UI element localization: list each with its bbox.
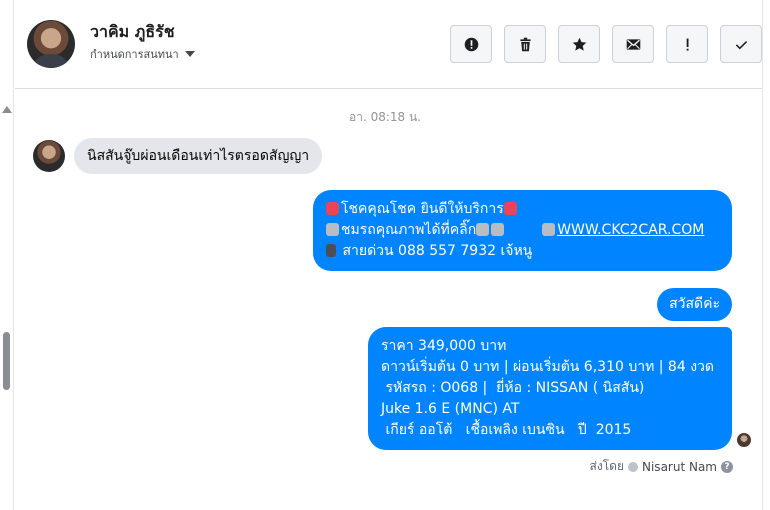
promo-line: โชคคุณโชค ยินดีให้บริการ xyxy=(326,199,719,220)
avatar[interactable] xyxy=(27,20,75,68)
outgoing-message-bubble[interactable]: สวัสดีค่ะ xyxy=(657,288,732,321)
mark-spam-button[interactable] xyxy=(450,25,492,63)
mark-done-button[interactable] xyxy=(720,25,762,63)
envelope-icon xyxy=(626,38,640,50)
down-arrow-emoji-icon xyxy=(491,223,505,236)
conversation-schedule-dropdown[interactable]: กำหนดการสนทนา xyxy=(90,45,195,63)
scrollbar[interactable] xyxy=(0,0,14,510)
incoming-message-bubble[interactable]: นิสสันจู๊บผ่อนเดือนเท่าไรตรอดสัญญา xyxy=(74,138,323,174)
sent-by-info: ส่งโดย Nisarut Nam ? xyxy=(590,457,733,476)
trash-icon xyxy=(519,37,531,51)
website-link[interactable]: WWW.CKC2CAR.COM xyxy=(557,222,704,238)
play-button-emoji-icon xyxy=(542,223,556,236)
mark-unread-button[interactable] xyxy=(612,25,654,63)
checkmark-icon xyxy=(735,40,747,49)
scroll-thumb[interactable] xyxy=(3,332,10,390)
promo-line: สายด่วน 088 557 7932 เจ้หนู xyxy=(326,241,719,262)
contact-name[interactable]: วาคิม ภูธิรัช xyxy=(90,20,175,45)
down-arrow-emoji-icon xyxy=(476,223,490,236)
outgoing-message-bubble[interactable]: โชคคุณโชค ยินดีให้บริการ ชมรถคุณภาพได้ที… xyxy=(313,190,732,271)
detail-line: ดาวน์เริ่มต้น 0 บาท | ผ่อนเริ่มต้น 6,310… xyxy=(381,359,714,375)
alert-circle-icon xyxy=(464,37,478,51)
detail-line: รหัสรถ : O068 | ยี่ห้อ : NISSAN ( นิสสัน… xyxy=(381,380,645,396)
star-icon xyxy=(572,37,586,51)
detail-line: เกียร์ ออโต้ เชื้อเพลิง เบนซิน ปี 2015 xyxy=(381,422,632,438)
delete-button[interactable] xyxy=(504,25,546,63)
exclamation-icon xyxy=(686,38,689,51)
verified-icon xyxy=(628,461,638,472)
promo-line: ชมรถคุณภาพได้ที่คลิ๊ก WWW.CKC2CAR.COM xyxy=(326,220,719,241)
promo-line-text: ชมรถคุณภาพได้ที่คลิ๊ก xyxy=(341,222,477,238)
avatar[interactable] xyxy=(33,140,65,172)
star-button[interactable] xyxy=(558,25,600,63)
conversation-header: วาคิม ภูธิรัช กำหนดการสนทนา xyxy=(15,0,762,89)
divider xyxy=(762,0,763,510)
mobile-phone-emoji-icon xyxy=(326,244,336,257)
message-timestamp: อา. 08:18 น. xyxy=(349,110,421,124)
play-button-emoji-icon xyxy=(326,223,339,236)
sparkle-emoji-icon xyxy=(326,202,339,215)
seen-indicator-avatar xyxy=(737,433,751,447)
schedule-label: กำหนดการสนทนา xyxy=(90,48,179,61)
help-icon[interactable]: ? xyxy=(721,460,733,473)
detail-line: Juke 1.6 E (MNC) AT xyxy=(381,401,520,417)
action-toolbar xyxy=(450,25,762,63)
promo-line-text: สายด่วน 088 557 7932 เจ้หนู xyxy=(342,243,533,259)
outgoing-message-bubble[interactable]: ราคา 349,000 บาท ดาวน์เริ่มต้น 0 บาท | ผ… xyxy=(368,327,732,450)
caret-down-icon xyxy=(184,51,195,57)
detail-line: ราคา 349,000 บาท xyxy=(381,338,507,354)
sent-by-label: ส่งโดย xyxy=(589,459,624,473)
incoming-message-row: นิสสันจู๊บผ่อนเดือนเท่าไรตรอดสัญญา xyxy=(33,138,323,174)
follow-up-button[interactable] xyxy=(666,25,708,63)
promo-line-text: โชคคุณโชค ยินดีให้บริการ xyxy=(341,201,504,217)
sparkle-emoji-icon xyxy=(503,202,517,215)
sent-by-name[interactable]: Nisarut Nam xyxy=(642,460,717,474)
